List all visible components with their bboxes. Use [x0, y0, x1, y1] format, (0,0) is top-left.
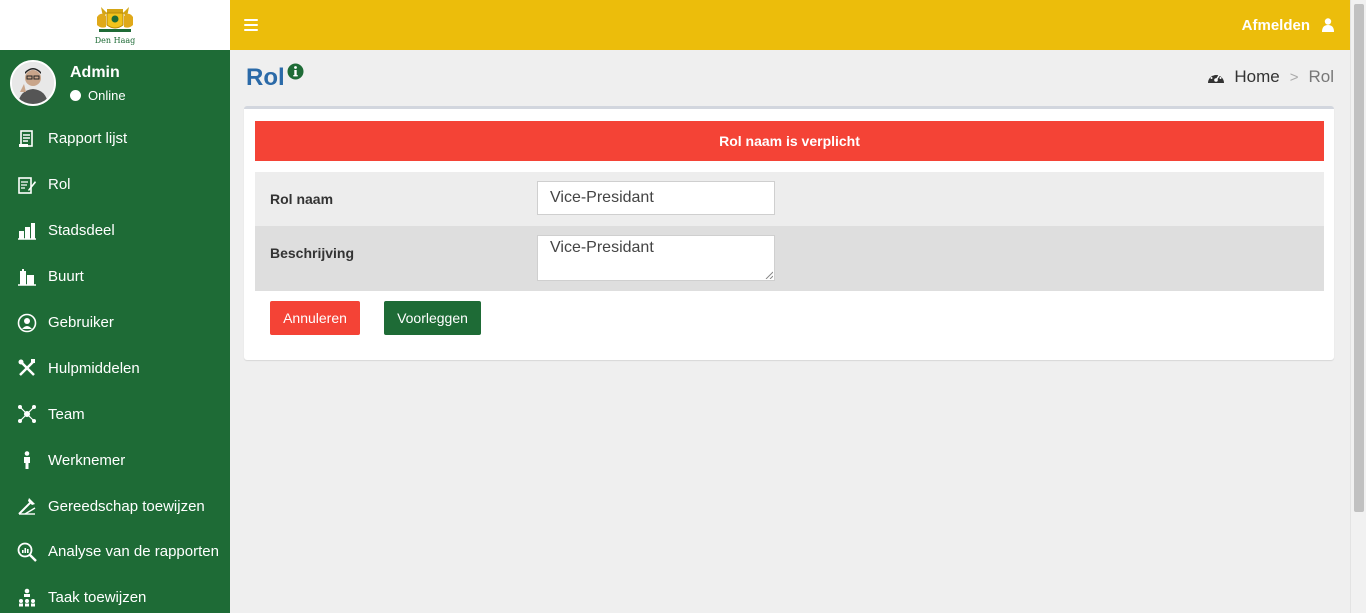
sidebar-item-gebruiker[interactable]: Gebruiker	[0, 300, 230, 346]
user-panel: Admin Online	[0, 50, 230, 116]
sidebar-item-gereedschap-toewijzen[interactable]: Gereedschap toewijzen	[0, 483, 230, 529]
user-icon	[1322, 18, 1334, 32]
den-haag-logo[interactable]: Den Haag	[92, 4, 138, 46]
sidebar-item-label: Rapport lijst	[48, 130, 128, 148]
role-name-label: Rol naam	[270, 191, 334, 207]
form-row-description: Beschrijving Vice-Presidant	[255, 226, 1324, 291]
user-avatar-icon	[12, 62, 54, 104]
user-status: Online	[70, 88, 126, 103]
tools-icon	[17, 358, 37, 378]
breadcrumb-current: Rol	[1308, 67, 1334, 86]
sidebar-item-label: Gereedschap toewijzen	[48, 497, 205, 515]
sidebar-item-label: Team	[48, 405, 85, 423]
sidebar-item-label: Buurt	[48, 268, 84, 286]
top-navbar: Afmelden	[230, 0, 1350, 50]
logout-label: Afmelden	[1241, 16, 1310, 34]
breadcrumb-home[interactable]: Home	[1207, 67, 1280, 87]
sidebar-item-label: Stadsdeel	[48, 222, 115, 240]
description-label: Beschrijving	[270, 245, 355, 261]
breadcrumb-separator: >	[1289, 68, 1299, 86]
sidebar-item-hulpmiddelen[interactable]: Hulpmiddelen	[0, 345, 230, 391]
role-name-input[interactable]: Vice-Presidant	[537, 181, 775, 215]
error-alert: Rol naam is verplicht	[255, 121, 1324, 161]
form-row-name: Rol naam Vice-Presidant	[255, 172, 1324, 226]
avatar[interactable]	[10, 60, 56, 106]
sidebar-item-taak-toewijzen[interactable]: Taak toewijzen	[0, 575, 230, 613]
sidebar-item-buurt[interactable]: Buurt	[0, 254, 230, 300]
info-icon[interactable]	[287, 63, 304, 80]
online-dot-icon	[70, 89, 81, 101]
content-header: Rol Home > Rol	[246, 62, 1334, 92]
neighborhood-icon	[17, 267, 37, 287]
assign-task-icon	[17, 588, 37, 608]
resize-handle-icon[interactable]	[765, 271, 773, 279]
sidebar-item-label: Gebruiker	[48, 314, 114, 331]
sidebar-item-label: Taak toewijzen	[48, 589, 147, 607]
role-form-box: Rol naam is verplicht Rol naam Vice-Pres…	[244, 106, 1334, 360]
description-textarea[interactable]: Vice-Presidant	[537, 235, 775, 281]
coat-of-arms-icon	[97, 7, 133, 32]
sidebar-item-label: Analyse van de rapporten	[48, 543, 219, 561]
logo-area: Den Haag	[0, 0, 230, 50]
user-status-label: Online	[88, 87, 126, 103]
description-value: Vice-Presidant	[550, 239, 654, 256]
sidebar-item-rapport-lijst[interactable]: Rapport lijst	[0, 116, 230, 162]
user-name: Admin	[70, 63, 120, 81]
role-edit-icon	[17, 175, 37, 195]
employee-icon	[17, 450, 37, 470]
assign-tools-icon	[17, 496, 37, 516]
district-icon	[17, 221, 37, 241]
breadcrumb-home-label: Home	[1234, 67, 1280, 86]
vertical-scrollbar[interactable]	[1350, 0, 1366, 613]
sidebar-item-label: Hulpmiddelen	[48, 359, 140, 377]
sidebar-item-rol[interactable]: Rol	[0, 162, 230, 208]
sidebar-item-werknemer[interactable]: Werknemer	[0, 437, 230, 483]
logout-button[interactable]: Afmelden	[1242, 17, 1334, 34]
page-title-text: Rol	[246, 64, 285, 91]
dashboard-gauge-icon	[1208, 73, 1225, 83]
sidebar-menu: Rapport lijst Rol Stadsdeel Buurt Gebrui…	[0, 116, 230, 613]
report-analysis-icon	[17, 542, 37, 562]
sidebar-item-stadsdeel[interactable]: Stadsdeel	[0, 208, 230, 254]
team-icon	[17, 404, 37, 424]
sidebar-item-analyse-van-de-rapporten[interactable]: Analyse van de rapporten	[0, 529, 230, 575]
report-list-icon	[17, 129, 37, 149]
sidebar: Den Haag Admin Online Rapport lijst Rol …	[0, 0, 230, 613]
sidebar-item-label: Werknemer	[48, 451, 126, 469]
user-icon	[17, 313, 37, 333]
hamburger-menu-icon[interactable]	[244, 19, 258, 31]
scrollbar-thumb[interactable]	[1354, 4, 1364, 512]
sidebar-item-team[interactable]: Team	[0, 391, 230, 437]
logo-text: Den Haag	[94, 36, 136, 45]
sidebar-item-label: Rol	[48, 176, 71, 194]
cancel-button[interactable]: Annuleren	[270, 301, 360, 335]
submit-button[interactable]: Voorleggen	[384, 301, 481, 335]
page-title: Rol	[246, 63, 304, 92]
breadcrumb: Home > Rol	[1207, 67, 1334, 87]
